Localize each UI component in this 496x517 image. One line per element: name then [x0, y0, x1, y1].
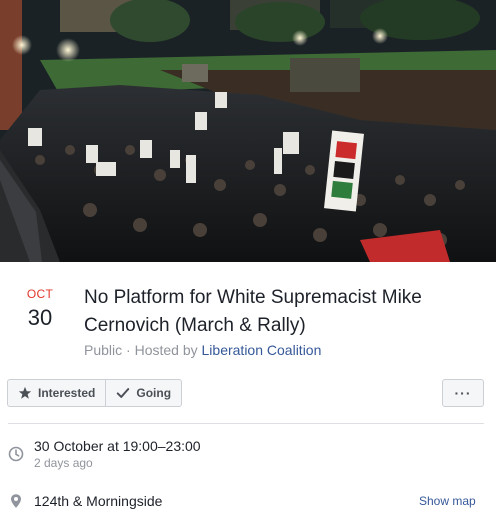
- event-title: No Platform for White Supremacist Mike C…: [84, 287, 422, 336]
- date-day: 30: [27, 305, 53, 330]
- map-pin-icon: [11, 494, 21, 508]
- event-privacy: Public: [84, 342, 123, 358]
- event-time[interactable]: 30 October at 19:00–23:00: [34, 438, 201, 454]
- event-cover-photo[interactable]: [0, 0, 496, 262]
- going-label: Going: [136, 386, 172, 400]
- hosted-by-prefix: · Hosted by: [122, 342, 202, 358]
- date-month: OCT: [26, 287, 54, 301]
- event-date-badge: OCT 30: [20, 287, 60, 332]
- interested-button[interactable]: Interested: [8, 380, 105, 406]
- cover-photo-illustration: [0, 0, 496, 262]
- more-options-button[interactable]: ···: [442, 379, 484, 407]
- show-map-link[interactable]: Show map: [419, 494, 476, 508]
- star-icon: [18, 386, 32, 399]
- going-button[interactable]: Going: [105, 380, 181, 406]
- check-icon: [117, 388, 130, 398]
- event-host-link[interactable]: Liberation Coalition: [202, 342, 322, 358]
- event-location[interactable]: 124th & Morningside: [34, 493, 162, 509]
- interested-label: Interested: [38, 386, 96, 400]
- event-time-relative: 2 days ago: [34, 456, 93, 470]
- rsvp-button-group: Interested Going: [7, 379, 183, 407]
- clock-icon: [8, 446, 24, 462]
- section-divider: [8, 423, 484, 424]
- event-meta: Public · Hosted by Liberation Coalition: [84, 342, 321, 358]
